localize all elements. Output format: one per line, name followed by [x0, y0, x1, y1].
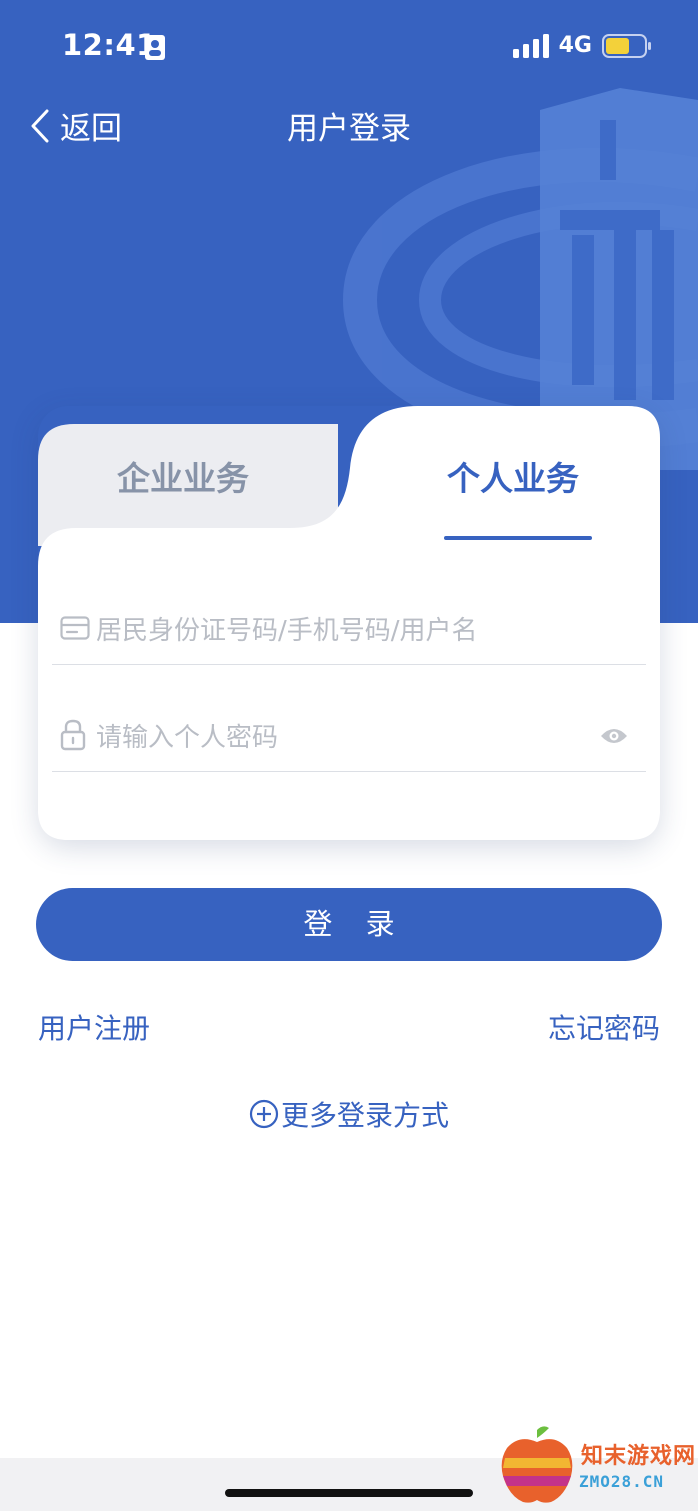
contact-card-icon — [145, 35, 165, 60]
watermark-text-cn: 知末游戏网 — [581, 1444, 697, 1469]
nav-bar: 用户登录 返回 — [0, 95, 698, 155]
apple-logo-icon — [501, 1426, 573, 1503]
tab-personal[interactable]: 个人业务 — [447, 452, 579, 500]
watermark-text-en: ZMO28.CN — [579, 1472, 665, 1491]
password-input[interactable] — [96, 710, 596, 766]
plus-circle-icon — [249, 1099, 279, 1129]
username-input[interactable] — [96, 603, 596, 659]
password-field — [52, 692, 646, 772]
lock-icon — [60, 719, 86, 751]
back-label: 返回 — [60, 111, 122, 147]
id-card-icon — [60, 616, 90, 640]
home-indicator — [225, 1489, 473, 1497]
more-login-label: 更多登录方式 — [280, 1099, 449, 1132]
site-watermark: 知末游戏网 ZMO28.CN — [497, 1424, 697, 1506]
active-tab-indicator — [444, 536, 592, 540]
signal-icon — [512, 33, 549, 58]
eye-icon[interactable] — [600, 727, 628, 745]
battery-icon — [602, 33, 651, 58]
more-login-options[interactable]: 更多登录方式 — [0, 1094, 698, 1134]
back-button[interactable]: 返回 — [30, 103, 122, 148]
network-type: 4G — [558, 33, 592, 58]
chevron-left-icon — [31, 109, 49, 142]
login-button[interactable]: 登 录 — [36, 888, 662, 961]
tab-enterprise[interactable]: 企业业务 — [117, 452, 249, 500]
status-time: 12:41 — [62, 28, 157, 62]
forgot-password-link[interactable]: 忘记密码 — [548, 1007, 660, 1047]
username-field — [52, 585, 646, 665]
status-indicators: 4G — [512, 33, 652, 58]
status-bar: 12:41 4G — [0, 0, 698, 95]
register-link[interactable]: 用户注册 — [38, 1007, 150, 1047]
